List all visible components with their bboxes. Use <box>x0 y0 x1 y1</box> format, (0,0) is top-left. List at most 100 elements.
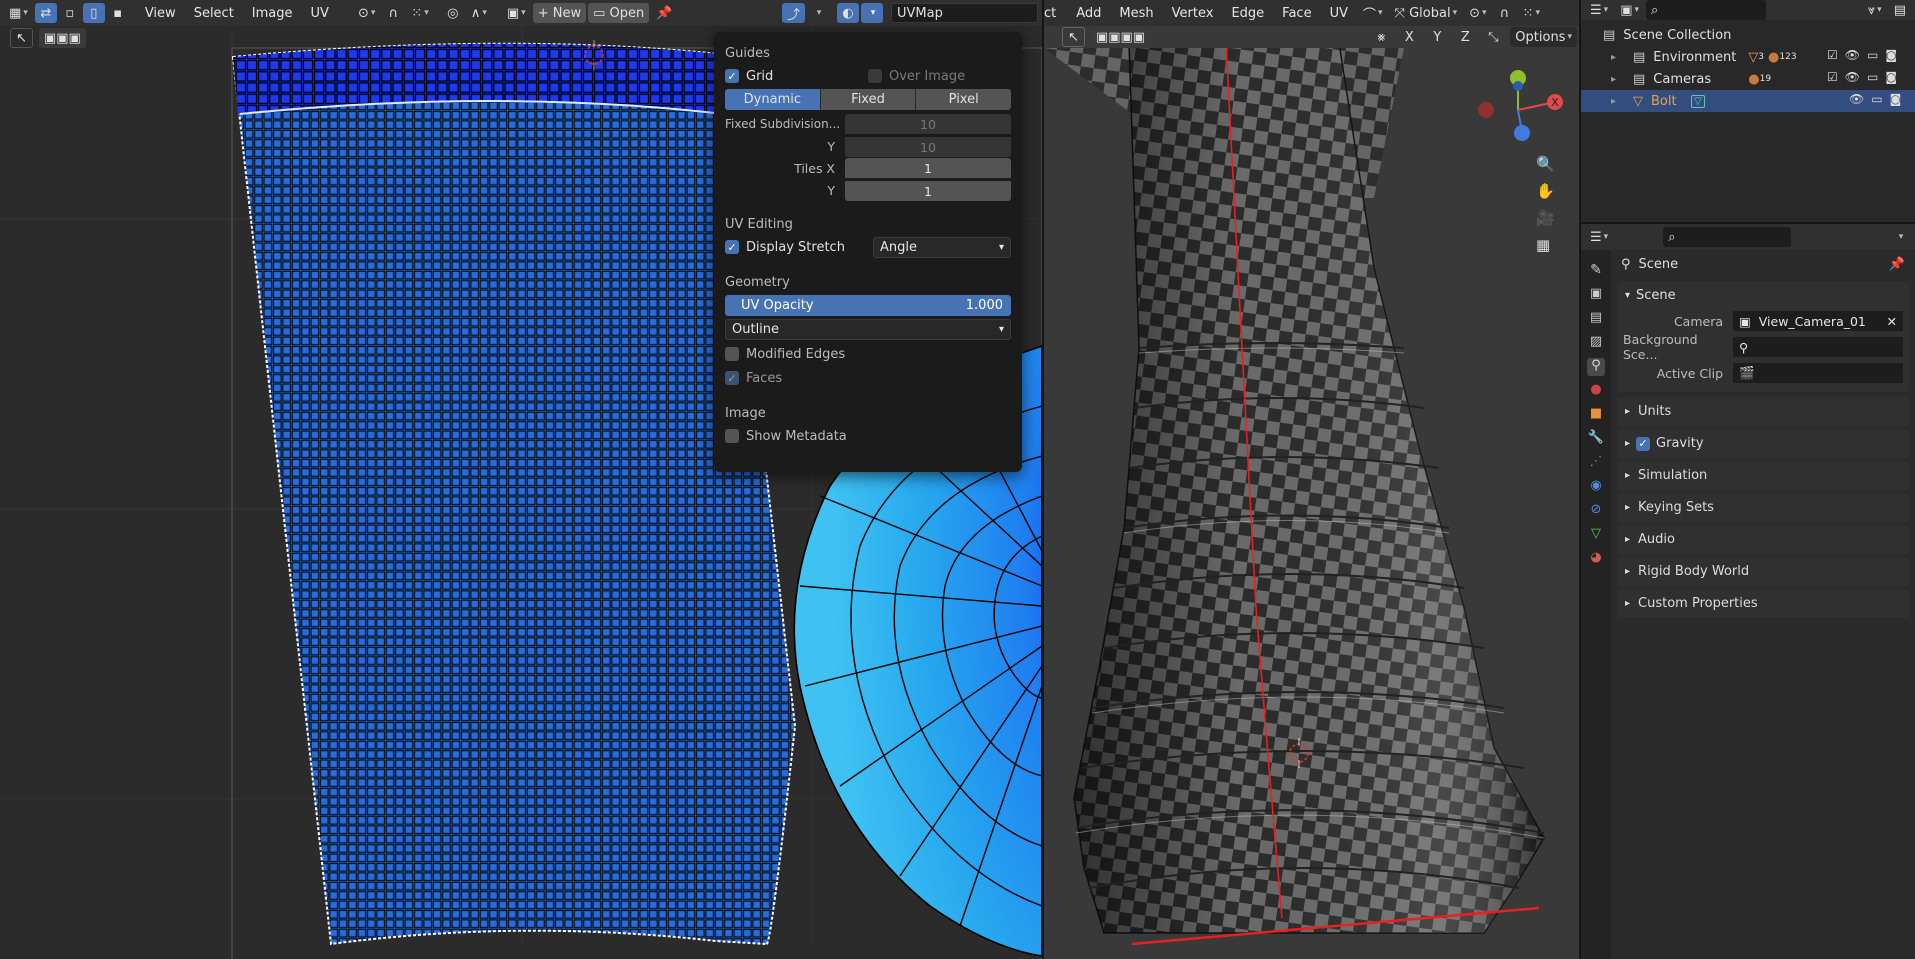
pin-icon[interactable]: 📌 <box>651 3 677 23</box>
outliner-search[interactable]: ⌕ <box>1646 0 1767 20</box>
menu-uv[interactable]: UV <box>1322 2 1356 24</box>
modifier-tab-icon[interactable]: 🔧 <box>1587 430 1605 448</box>
eye-icon[interactable]: 👁 <box>1849 92 1864 106</box>
section-simulation[interactable]: ▸ Simulation <box>1617 461 1909 490</box>
snap-target-icon[interactable]: ⁙ ▾ <box>1518 3 1545 23</box>
menu-uv[interactable]: UV <box>303 2 337 24</box>
tiles-y-field[interactable]: 1 <box>845 181 1011 201</box>
modified-edges-checkbox[interactable]: Modified Edges <box>725 342 1011 366</box>
grid-mode-fixed[interactable]: Fixed <box>820 89 917 110</box>
section-keying-sets[interactable]: ▸ Keying Sets <box>1617 493 1909 522</box>
checkbox-icon[interactable]: ☑ <box>1827 70 1838 84</box>
menu-mesh[interactable]: Mesh <box>1111 2 1161 24</box>
editor-type-icon[interactable]: ☰ ▾ <box>1585 227 1613 247</box>
scene-tab-icon[interactable]: ⚲ <box>1587 358 1605 376</box>
vertex-select-icon[interactable]: ▫ <box>59 3 81 23</box>
display-stretch-checkbox[interactable]: ✓ Display Stretch <box>725 235 873 259</box>
orientation-dropdown[interactable]: ⤧ Global ▾ <box>1390 3 1463 23</box>
proportional-icon[interactable]: ◎ <box>442 3 464 23</box>
camera-icon[interactable]: ◙ <box>1885 48 1897 62</box>
grid-mode-pixel[interactable]: Pixel <box>916 89 1012 110</box>
world-tab-icon[interactable]: ● <box>1587 382 1605 400</box>
faces-checkbox[interactable]: ✓ Faces <box>725 366 1011 390</box>
perspective-grid-icon[interactable]: ▦ <box>1536 236 1555 254</box>
menu-image[interactable]: Image <box>244 2 301 24</box>
background-scene-field[interactable]: ⚲ <box>1733 337 1903 357</box>
pan-hand-icon[interactable]: ✋ <box>1536 182 1555 200</box>
show-metadata-checkbox[interactable]: Show Metadata <box>725 424 1011 448</box>
stretch-mode-dropdown[interactable]: Angle ▾ <box>873 236 1011 258</box>
menu-add[interactable]: Add <box>1068 2 1109 24</box>
snap-target-icon[interactable]: ⁙ ▾ <box>406 3 433 23</box>
uv-opacity-slider[interactable]: UV Opacity 1.000 <box>725 295 1011 316</box>
monitor-icon[interactable]: ▭ <box>1871 92 1882 106</box>
checkbox-icon[interactable]: ☑ <box>1827 48 1838 62</box>
check-icon[interactable]: ✓ <box>1636 436 1651 451</box>
overlay-dropdown-icon[interactable]: ▾ <box>861 3 883 23</box>
sync-selection-icon[interactable]: ⇄ <box>34 3 57 23</box>
camera-field[interactable]: ▣ View_Camera_01 ✕ <box>1733 311 1903 331</box>
edge-display-dropdown[interactable]: Outline ▾ <box>725 319 1011 340</box>
mode-dropdown-icon[interactable]: ⌒ ▾ <box>1358 3 1388 23</box>
pivot-icon[interactable]: ⊙ ▾ <box>1464 3 1491 23</box>
over-image-checkbox[interactable]: Over Image <box>868 64 1011 88</box>
overlay-toggle-icon[interactable]: ◐ <box>837 3 859 23</box>
editor-type-icon[interactable]: ☰ ▾ <box>1585 0 1613 20</box>
output-tab-icon[interactable]: ▤ <box>1587 310 1605 328</box>
object-tab-icon[interactable]: ■ <box>1587 406 1605 424</box>
view-layer-tab-icon[interactable]: ▨ <box>1587 334 1605 352</box>
face-select-icon[interactable]: ▪ <box>107 3 129 23</box>
grid-checkbox[interactable]: ✓ Grid <box>725 64 868 88</box>
new-collection-icon[interactable]: ▤ <box>1889 0 1911 20</box>
navigation-gizmo[interactable]: X <box>1478 70 1563 141</box>
select-mode-icons[interactable]: ▣▣▣▣ <box>1090 27 1151 47</box>
section-gravity[interactable]: ▸ ✓ Gravity <box>1617 429 1909 458</box>
cursor-tool-icon[interactable]: ↖ <box>1062 27 1085 47</box>
options-dropdown-icon[interactable]: ▾ <box>1889 227 1911 247</box>
section-audio[interactable]: ▸ Audio <box>1617 525 1909 554</box>
menu-view[interactable]: View <box>137 2 184 24</box>
uvmap-field[interactable]: UVMap <box>891 3 1038 23</box>
data-tab-icon[interactable]: ▽ <box>1587 526 1605 544</box>
filter-icon[interactable]: ⩔ ▾ <box>1863 0 1887 20</box>
properties-search[interactable]: ⌕ <box>1663 227 1792 247</box>
fixed-subdivisions-y-field[interactable]: 10 <box>845 137 1011 157</box>
menu-edge[interactable]: Edge <box>1223 2 1272 24</box>
menu-vertex[interactable]: Vertex <box>1164 2 1222 24</box>
snap-icon[interactable]: ∩ <box>1494 3 1516 23</box>
options-dropdown[interactable]: Options ▾ <box>1510 27 1577 47</box>
constraints-tab-icon[interactable]: ⊘ <box>1587 502 1605 520</box>
section-units[interactable]: ▸ Units <box>1617 397 1909 426</box>
active-clip-field[interactable]: 🎬 <box>1733 363 1903 383</box>
open-image-button[interactable]: ▭ Open <box>588 3 650 23</box>
gizmo-toggle-icon[interactable]: ⤴ <box>781 3 805 23</box>
snap-icon[interactable]: ∩ <box>382 3 404 23</box>
zoom-icon[interactable]: 🔍 <box>1536 155 1555 173</box>
scene-panel-header[interactable]: ▾ Scene <box>1617 282 1909 308</box>
display-mode-icon[interactable]: ▣ ▾ <box>1615 0 1644 20</box>
mirror-icon[interactable]: ⨳ <box>1370 27 1392 47</box>
tool-tab-icon[interactable]: ✎ <box>1587 262 1605 280</box>
outliner-scene-collection[interactable]: ▤ Scene Collection <box>1581 24 1915 46</box>
menu-face[interactable]: Face <box>1274 2 1319 24</box>
render-tab-icon[interactable]: ▣ <box>1587 286 1605 304</box>
axis-x-toggle[interactable]: X <box>1398 27 1420 47</box>
camera-icon[interactable]: ◙ <box>1885 70 1897 84</box>
tiles-x-field[interactable]: 1 <box>845 158 1011 178</box>
physics-tab-icon[interactable]: ◉ <box>1587 478 1605 496</box>
grid-mode-dynamic[interactable]: Dynamic <box>725 89 821 110</box>
eye-icon[interactable]: 👁 <box>1845 70 1860 84</box>
new-image-button[interactable]: + New <box>532 3 587 23</box>
pivot-icon[interactable]: ⊙ ▾ <box>353 3 380 23</box>
monitor-icon[interactable]: ▭ <box>1867 48 1878 62</box>
axis-z-toggle[interactable]: Z <box>1454 27 1476 47</box>
particles-tab-icon[interactable]: ⋰ <box>1587 454 1605 472</box>
viewport-canvas[interactable]: X <box>1044 48 1579 959</box>
camera-icon[interactable]: ◙ <box>1890 92 1902 106</box>
gizmo-dropdown-icon[interactable]: ▾ <box>807 3 829 23</box>
axis-y-toggle[interactable]: Y <box>1426 27 1448 47</box>
fixed-subdivisions-x-field[interactable]: 10 <box>845 114 1011 134</box>
section-rigid-body-world[interactable]: ▸ Rigid Body World <box>1617 557 1909 586</box>
camera-view-icon[interactable]: 🎥 <box>1536 209 1555 227</box>
monitor-icon[interactable]: ▭ <box>1867 70 1878 84</box>
